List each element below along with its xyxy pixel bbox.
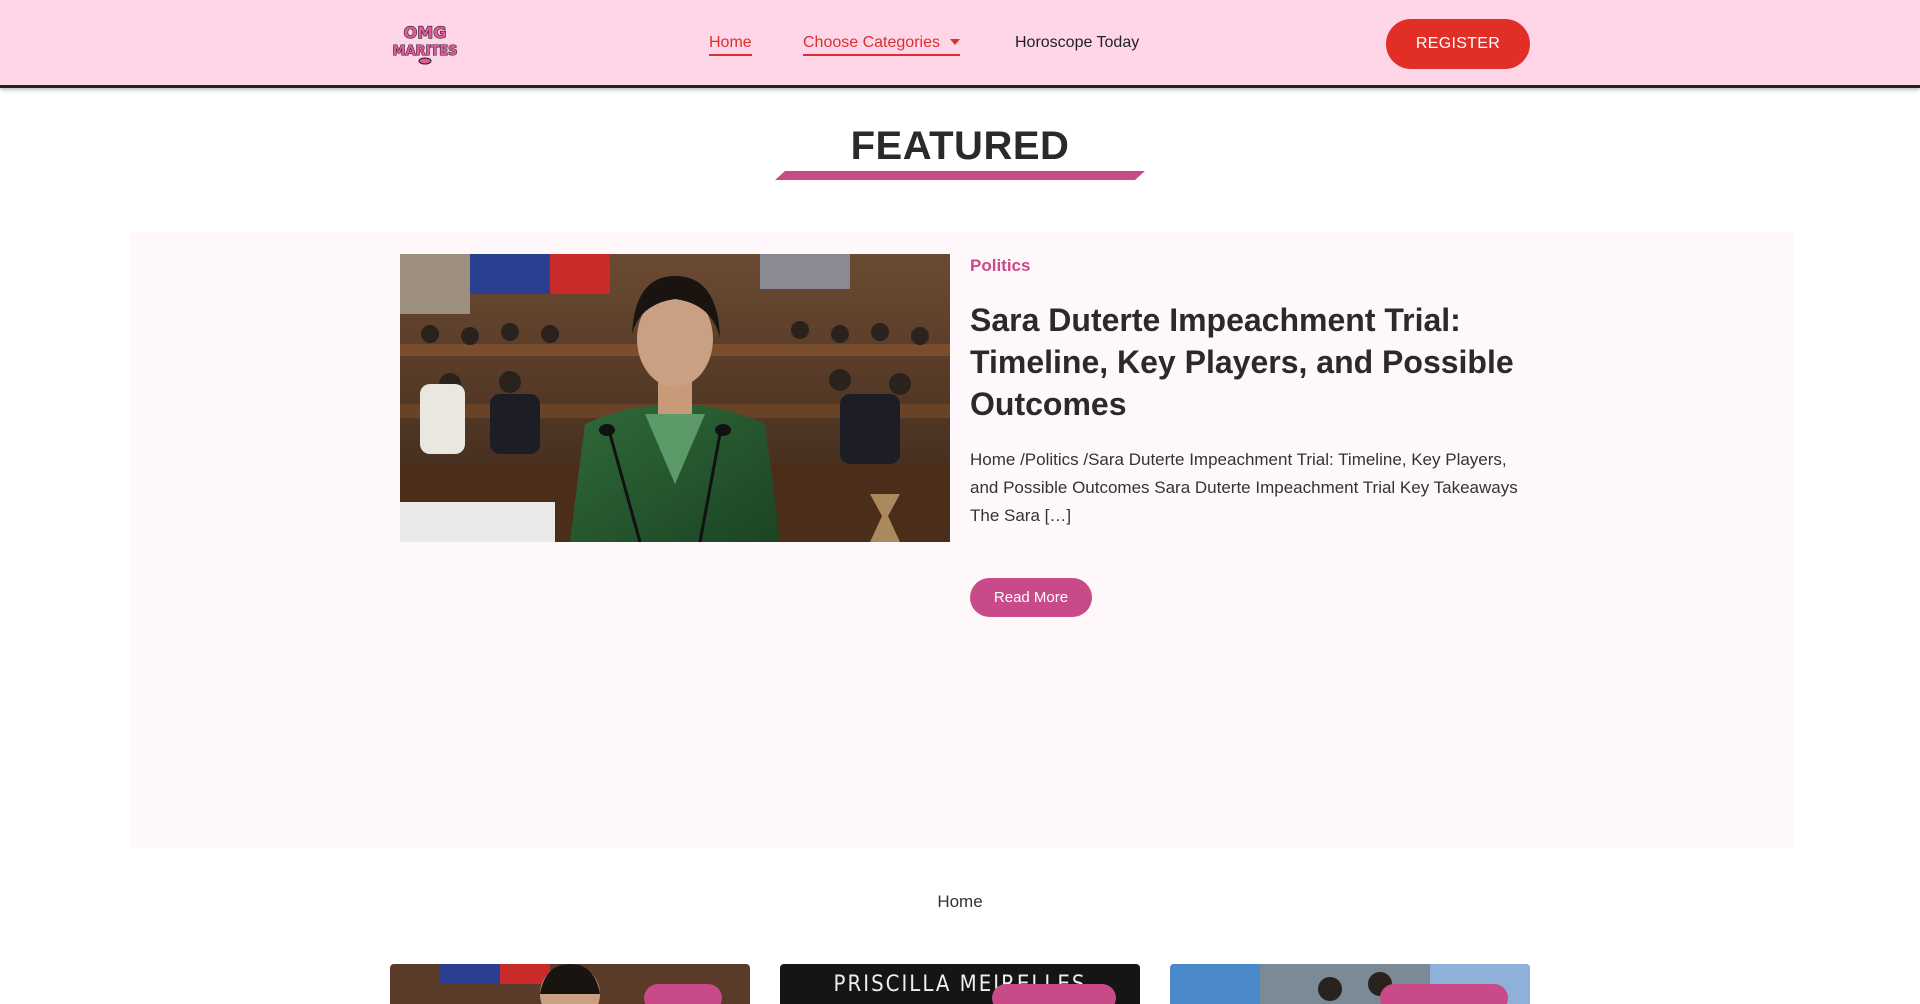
featured-article-image[interactable] — [400, 254, 950, 542]
card-category-badge[interactable] — [644, 984, 722, 1004]
register-button[interactable]: REGISTER — [1386, 19, 1530, 69]
chevron-down-icon — [949, 38, 960, 45]
hero-illustration — [400, 254, 950, 542]
article-card[interactable]: PRISCILLA MEIRELLES — [780, 964, 1140, 1004]
section-label: Home — [937, 892, 983, 911]
article-card[interactable] — [1170, 964, 1530, 1004]
featured-heading: FEATURED — [850, 124, 1070, 168]
read-more-button[interactable]: Read More — [970, 578, 1092, 617]
featured-article-title[interactable]: Sara Duterte Impeachment Trial: Timeline… — [970, 299, 1540, 425]
nav-horoscope-link[interactable]: Horoscope Today — [1015, 33, 1139, 53]
article-card[interactable] — [390, 964, 750, 1004]
nav-home-link[interactable]: Home — [709, 33, 752, 56]
nav-categories-dropdown[interactable]: Choose Categories — [803, 33, 960, 56]
featured-article-excerpt: Home /Politics /Sara Duterte Impeachment… — [970, 450, 1518, 525]
featured-underline — [775, 171, 1145, 180]
site-header: OMG MARITES Home Choose Categories Horos… — [0, 0, 1920, 88]
card-category-badge[interactable] — [1380, 984, 1508, 1004]
card-category-badge[interactable] — [992, 984, 1116, 1004]
main-nav: Home Choose Categories Horoscope Today — [0, 0, 1920, 88]
featured-panel — [130, 232, 1794, 848]
featured-category-link[interactable]: Politics — [970, 256, 1030, 276]
nav-categories-label: Choose Categories — [803, 34, 940, 51]
